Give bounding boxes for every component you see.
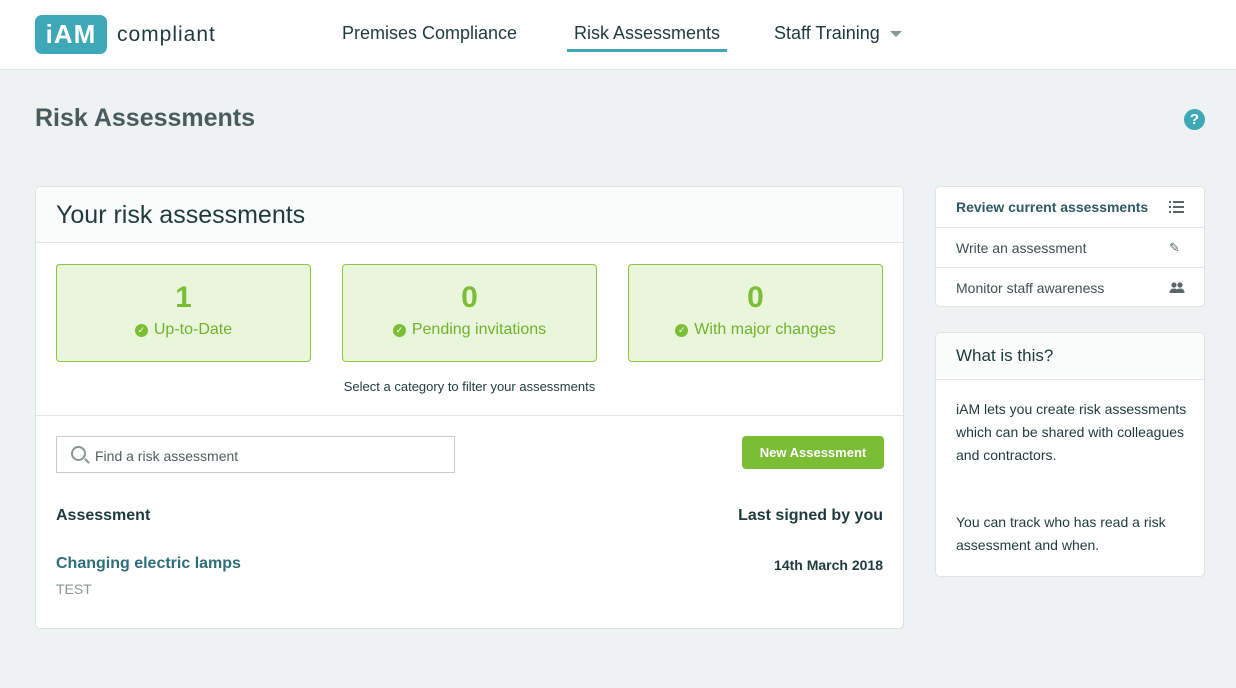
info-card: What is this? iAM lets you create risk a…	[935, 332, 1205, 577]
stat-value: 0	[461, 281, 478, 314]
users-icon	[1169, 281, 1185, 295]
assessment-signed-date: 14th March 2018	[774, 557, 883, 573]
search-icon	[71, 446, 86, 461]
stat-label: ✓ Pending invitations	[343, 321, 596, 339]
search-field[interactable]	[56, 436, 455, 474]
stat-tile-major-changes[interactable]: 0 ✓ With major changes	[628, 264, 883, 362]
stat-tile-pending-invitations[interactable]: 0 ✓ Pending invitations	[342, 264, 597, 362]
search-input[interactable]	[93, 437, 447, 474]
divider	[36, 415, 903, 416]
column-header-last-signed: Last signed by you	[738, 507, 883, 524]
card-header: Your risk assessments	[36, 187, 903, 243]
page-title: Risk Assessments	[35, 104, 256, 132]
list-icon	[1169, 200, 1184, 214]
nav-risk-assessments[interactable]: Risk Assessments	[567, 23, 728, 52]
nav-staff-training[interactable]: Staff Training	[774, 23, 902, 44]
nav-staff-training-label: Staff Training	[774, 23, 880, 43]
pencil-icon: ✎	[1169, 240, 1180, 255]
assessment-link[interactable]: Changing electric lamps	[56, 555, 241, 573]
stat-label-text: Up-to-Date	[153, 321, 233, 338]
sidebar-item-monitor[interactable]: Monitor staff awareness	[936, 267, 1204, 307]
sidebar-item-label: Write an assessment	[956, 240, 1087, 256]
sidebar-item-review[interactable]: Review current assessments	[936, 187, 1204, 227]
sidebar-item-label: Monitor staff awareness	[956, 280, 1105, 296]
check-circle-icon: ✓	[134, 324, 148, 337]
assessment-subtitle: TEST	[56, 581, 92, 597]
top-navbar: iAM compliant Premises Compliance Risk A…	[0, 0, 1236, 70]
risk-assessments-card: Your risk assessments 1 ✓ Up-to-Date 0 ✓ P…	[35, 186, 904, 629]
new-assessment-button[interactable]: New Assessment	[742, 436, 884, 469]
stat-label: ✓ Up-to-Date	[57, 321, 310, 339]
question-circle-icon[interactable]: ?	[1184, 109, 1205, 130]
info-title: What is this?	[936, 333, 1204, 380]
sidebar-menu: Review current assessments Write an asse…	[935, 186, 1205, 307]
stat-label-text: With major changes	[694, 321, 836, 338]
caret-down-icon	[889, 31, 902, 38]
check-circle-icon: ✓	[675, 324, 689, 337]
info-paragraph: You can track who has read a risk assess…	[956, 514, 1166, 553]
column-header-assessment: Assessment	[56, 507, 151, 524]
nav-premises-compliance[interactable]: Premises Compliance	[342, 23, 517, 44]
stat-value: 1	[175, 281, 192, 314]
stat-label: ✓ With major changes	[629, 321, 882, 339]
card-title: Your risk assessments	[56, 201, 306, 229]
check-circle-icon: ✓	[392, 324, 406, 337]
logo-mark[interactable]: iAM	[35, 15, 107, 54]
logo-text[interactable]: compliant	[117, 23, 216, 47]
filter-hint: Select a category to filter your assessm…	[343, 379, 596, 394]
stat-label-text: Pending invitations	[411, 321, 547, 338]
stat-value: 0	[747, 281, 764, 314]
sidebar-item-label: Review current assessments	[956, 199, 1149, 215]
stat-tile-up-to-date[interactable]: 1 ✓ Up-to-Date	[56, 264, 311, 362]
info-paragraph: iAM lets you create risk assessments whi…	[956, 401, 1187, 463]
sidebar-item-write[interactable]: Write an assessment ✎	[936, 227, 1204, 267]
